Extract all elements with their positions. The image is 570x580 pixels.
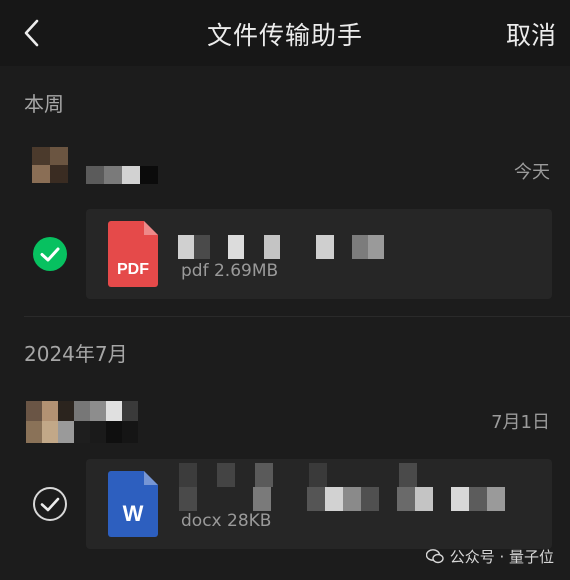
check-icon [40, 247, 60, 262]
file-type-label: PDF [117, 261, 149, 278]
check-icon [40, 497, 60, 512]
watermark-text: 公众号 · 量子位 [449, 548, 554, 566]
section-divider [24, 316, 570, 317]
file-meta: pdf 2.69MB [181, 261, 279, 281]
file-type-label: W [122, 501, 144, 526]
pdf-file-icon: PDF [108, 221, 158, 287]
nav-bar: 文件传输助手 取消 [0, 0, 570, 66]
select-checkbox[interactable] [33, 237, 67, 271]
watermark: 公众号 · 量子位 [425, 546, 554, 567]
section-label-this-week: 本周 [24, 92, 64, 116]
wechat-icon [425, 549, 444, 564]
file-meta: docx 28KB [181, 511, 272, 531]
file-card[interactable]: W docx 28KB [86, 459, 552, 549]
message-date: 7月1日 [491, 412, 550, 433]
avatar[interactable] [32, 147, 68, 183]
select-checkbox[interactable] [33, 487, 67, 521]
file-card[interactable]: PDF pdf 2.69MB [86, 209, 552, 299]
word-file-icon: W [108, 471, 158, 537]
sender-name [86, 166, 158, 184]
cancel-button[interactable]: 取消 [506, 16, 556, 52]
avatar[interactable] [26, 401, 138, 443]
page-title: 文件传输助手 [206, 21, 363, 50]
message-date: 今天 [514, 162, 550, 183]
file-name [179, 487, 505, 511]
file-name [178, 235, 384, 259]
section-label-july-2024: 2024年7月 [24, 342, 128, 366]
file-name [179, 463, 417, 487]
